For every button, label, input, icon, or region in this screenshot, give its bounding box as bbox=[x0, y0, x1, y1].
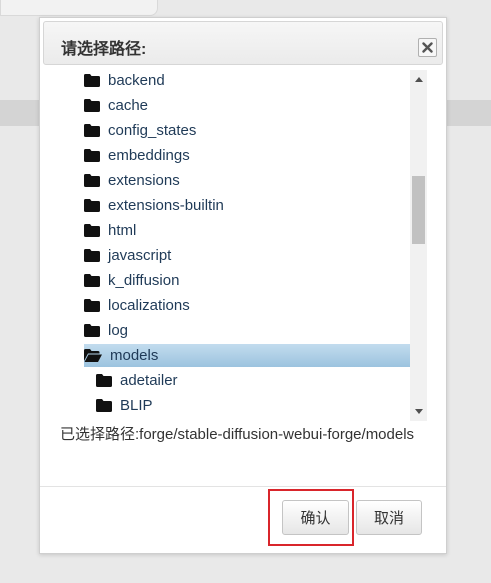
folder-icon bbox=[84, 324, 100, 337]
dialog-title: 请选择路径: bbox=[61, 41, 147, 58]
tree-item-label: cache bbox=[108, 97, 149, 114]
folder-icon bbox=[84, 174, 100, 187]
folder-icon bbox=[84, 199, 100, 212]
tree-item-label: localizations bbox=[108, 297, 190, 314]
tree-item[interactable]: extensions bbox=[84, 170, 410, 191]
cancel-button[interactable]: 取消 bbox=[356, 500, 422, 535]
tree-scrollbar[interactable] bbox=[410, 70, 427, 421]
tree-item-label: log bbox=[108, 322, 129, 339]
tree-item-selected[interactable]: models bbox=[84, 344, 410, 367]
close-button[interactable] bbox=[418, 38, 437, 57]
tree-item-label: extensions-builtin bbox=[108, 197, 224, 214]
scroll-up-arrow-icon[interactable] bbox=[415, 77, 423, 82]
folder-icon bbox=[84, 99, 100, 112]
tree-item[interactable]: backend bbox=[84, 70, 410, 91]
folder-icon bbox=[84, 274, 100, 287]
folder-icon bbox=[84, 124, 100, 137]
tree-item-label: k_diffusion bbox=[108, 272, 180, 289]
folder-icon bbox=[84, 149, 100, 162]
tree-item[interactable]: config_states bbox=[84, 120, 410, 141]
tree-item[interactable]: cache bbox=[84, 95, 410, 116]
tree-item[interactable]: k_diffusion bbox=[84, 270, 410, 291]
selected-path-value: forge/stable-diffusion-webui-forge/model… bbox=[139, 426, 415, 443]
folder-icon bbox=[84, 224, 100, 237]
tree-item[interactable]: localizations bbox=[84, 295, 410, 316]
path-select-dialog: 请选择路径: backend cache config_states embed… bbox=[39, 17, 447, 554]
folder-open-icon bbox=[84, 349, 102, 362]
folder-icon bbox=[84, 299, 100, 312]
tree-item[interactable]: embeddings bbox=[84, 145, 410, 166]
tree-item-label: BLIP bbox=[120, 397, 153, 414]
tree-item-label: javascript bbox=[108, 247, 172, 264]
folder-icon bbox=[96, 399, 112, 412]
tree-item[interactable]: log bbox=[84, 320, 410, 341]
confirm-highlight-box bbox=[268, 489, 354, 546]
tree-item[interactable]: javascript bbox=[84, 245, 410, 266]
tree-item-label: models bbox=[110, 347, 159, 364]
background-panel bbox=[0, 0, 158, 16]
folder-tree[interactable]: backend cache config_states embeddings e… bbox=[43, 70, 428, 421]
scroll-thumb[interactable] bbox=[412, 176, 425, 244]
tree-item[interactable]: BLIP bbox=[96, 395, 410, 416]
tree-item-label: adetailer bbox=[120, 372, 178, 389]
tree-item[interactable]: extensions-builtin bbox=[84, 195, 410, 216]
folder-icon bbox=[96, 374, 112, 387]
folder-icon bbox=[84, 74, 100, 87]
folder-icon bbox=[84, 249, 100, 262]
selected-path-label: 已选择路径: bbox=[60, 426, 140, 443]
tree-item-label: config_states bbox=[108, 122, 197, 139]
tree-item-label: embeddings bbox=[108, 147, 190, 164]
selected-path-text: 已选择路径:forge/stable-diffusion-webui-forge… bbox=[60, 423, 420, 447]
close-icon bbox=[422, 42, 433, 53]
footer-divider bbox=[40, 486, 446, 487]
tree-item-label: extensions bbox=[108, 172, 180, 189]
dialog-header: 请选择路径: bbox=[43, 21, 443, 65]
tree-item[interactable]: adetailer bbox=[96, 370, 410, 391]
tree-item-label: backend bbox=[108, 72, 165, 89]
tree-item[interactable]: html bbox=[84, 220, 410, 241]
tree-item-label: html bbox=[108, 222, 137, 239]
scroll-down-arrow-icon[interactable] bbox=[415, 409, 423, 414]
